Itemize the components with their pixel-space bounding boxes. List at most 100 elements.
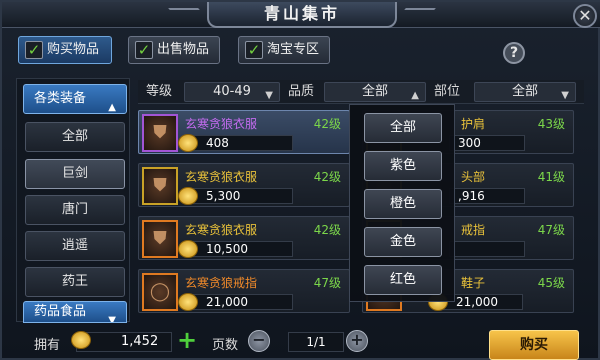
filter-bar: 等级 40-49 ▼ 品质 全部 ▲ 部位 全部 ▼ <box>138 80 584 104</box>
sidebar-item-tangmen[interactable]: 唐门 <box>25 195 125 225</box>
item-level: 47级 <box>313 276 341 290</box>
quality-option-purple[interactable]: 紫色 <box>364 151 442 181</box>
buy-button[interactable]: 购买 <box>489 330 579 360</box>
item-name: 玄寒贪狼衣服 <box>185 117 258 131</box>
item-name: 玄寒贪狼衣服 <box>185 170 258 184</box>
item-price: 408 <box>206 136 229 150</box>
plus-icon: + <box>176 326 198 354</box>
item-level: 41级 <box>537 170 565 184</box>
chevron-down-icon: ▼ <box>265 90 273 101</box>
close-icon: ✕ <box>578 6 592 25</box>
item-name: 头部 <box>461 170 486 184</box>
list-item[interactable]: ◯ 玄寒贪狼戒指 47级 21,000 <box>138 269 350 313</box>
level-label: 等级 <box>146 84 173 99</box>
item-name: 护肩 <box>461 117 486 131</box>
item-level: 42级 <box>313 223 341 237</box>
slot-label: 部位 <box>434 84 461 99</box>
item-price: ,916 <box>458 189 485 203</box>
item-price: 5,300 <box>206 189 241 203</box>
tab-label: 出售物品 <box>157 42 210 57</box>
ring-icon: ◯ <box>142 273 178 311</box>
gold-coin-icon <box>178 134 198 152</box>
category-equipment[interactable]: 各类装备 ▲ <box>23 84 127 114</box>
next-page-button[interactable]: + <box>346 330 368 352</box>
item-level: 42级 <box>313 170 341 184</box>
sidebar-item-xiaoyao[interactable]: 逍遥 <box>25 231 125 261</box>
category-label: 各类装备 <box>34 91 87 106</box>
armor-icon: ⛊ <box>142 220 178 258</box>
item-level: 47级 <box>537 223 565 237</box>
tab-buy[interactable]: ✓ 购买物品 <box>18 36 112 64</box>
category-label: 药品食品 <box>34 304 87 319</box>
money-box: 1,452 <box>71 331 172 352</box>
list-item[interactable]: ⛊ 玄寒贪狼衣服 42级 408 <box>138 110 350 154</box>
gold-coin-icon <box>178 293 198 311</box>
category-medicine-food[interactable]: 药品食品 ▼ <box>23 301 127 323</box>
price-box: ,916 <box>449 188 525 204</box>
slot-select[interactable]: 全部 ▼ <box>474 82 576 102</box>
sidebar-item-all[interactable]: 全部 <box>25 122 125 152</box>
item-price: 10,500 <box>206 242 248 256</box>
item-price: 21,000 <box>456 295 498 309</box>
gold-coin-icon <box>178 240 198 258</box>
plus-icon: + <box>350 330 364 349</box>
page-indicator: 1/1 <box>288 332 344 352</box>
help-button[interactable]: ? <box>503 42 525 64</box>
item-price: 21,000 <box>206 295 248 309</box>
quality-option-red[interactable]: 红色 <box>364 265 442 295</box>
prev-page-button[interactable]: − <box>248 330 270 352</box>
slot-value: 全部 <box>511 84 538 99</box>
item-level: 45级 <box>537 276 565 290</box>
collapse-icon: ▲ <box>108 102 116 113</box>
quality-option-gold[interactable]: 金色 <box>364 227 442 257</box>
bottom-bar: 拥有 1,452 + 页数 − 1/1 + 购买 <box>16 326 588 360</box>
item-level: 43级 <box>537 117 565 131</box>
level-value: 40-49 <box>213 84 251 99</box>
quality-label: 品质 <box>288 84 315 99</box>
armor-icon: ⛊ <box>142 114 178 152</box>
category-sidebar: 各类装备 ▲ 全部 巨剑 唐门 逍遥 药王 药品食品 ▼ <box>16 78 130 323</box>
price-box: 21,000 <box>178 293 293 311</box>
tab-sell[interactable]: ✓ 出售物品 <box>128 36 220 64</box>
item-name: 戒指 <box>461 223 486 237</box>
gold-coin-icon <box>71 331 91 349</box>
market-window: 青山集市 ✕ ✓ 购买物品 ✓ 出售物品 ✓ 淘宝专区 ? 各类装备 ▲ 全部 … <box>0 0 600 360</box>
tab-taobao[interactable]: ✓ 淘宝专区 <box>238 36 330 64</box>
list-item[interactable]: ⛊ 玄寒贪狼衣服 42级 10,500 <box>138 216 350 260</box>
window-title: 青山集市 <box>207 2 397 28</box>
quality-option-all[interactable]: 全部 <box>364 113 442 143</box>
quality-select[interactable]: 全部 ▲ <box>324 82 426 102</box>
item-level: 42级 <box>313 117 341 131</box>
page-label: 页数 <box>212 338 239 353</box>
tab-label: 淘宝专区 <box>267 42 320 57</box>
gold-coin-icon <box>178 187 198 205</box>
money-amount: 1,452 <box>121 334 159 349</box>
question-icon: ? <box>509 45 519 61</box>
checkbox-icon: ✓ <box>25 41 43 59</box>
item-name: 鞋子 <box>461 276 486 290</box>
quality-option-orange[interactable]: 橙色 <box>364 189 442 219</box>
add-money-button[interactable]: + <box>176 328 198 352</box>
checkbox-icon: ✓ <box>245 41 263 59</box>
armor-icon: ⛊ <box>142 167 178 205</box>
quality-value: 全部 <box>361 84 388 99</box>
item-name: 玄寒贪狼衣服 <box>185 223 258 237</box>
quality-dropdown: 全部 紫色 橙色 金色 红色 <box>349 104 455 302</box>
level-select[interactable]: 40-49 ▼ <box>184 82 280 102</box>
money-label: 拥有 <box>34 338 61 353</box>
tab-label: 购买物品 <box>47 42 100 57</box>
expand-icon: ▼ <box>108 315 116 323</box>
chevron-up-icon: ▲ <box>411 90 419 101</box>
price-box: 300 <box>449 135 525 151</box>
minus-icon: − <box>252 330 266 349</box>
checkbox-icon: ✓ <box>135 41 153 59</box>
price-box: 408 <box>178 134 293 152</box>
price-box <box>449 241 525 257</box>
sidebar-item-yaowang[interactable]: 药王 <box>25 267 125 297</box>
chevron-down-icon: ▼ <box>561 90 569 101</box>
list-item[interactable]: ⛊ 玄寒贪狼衣服 42级 5,300 <box>138 163 350 207</box>
sidebar-item-giant-sword[interactable]: 巨剑 <box>25 159 125 189</box>
price-box: 10,500 <box>178 240 293 258</box>
item-price: 300 <box>458 136 481 150</box>
close-button[interactable]: ✕ <box>573 4 597 28</box>
